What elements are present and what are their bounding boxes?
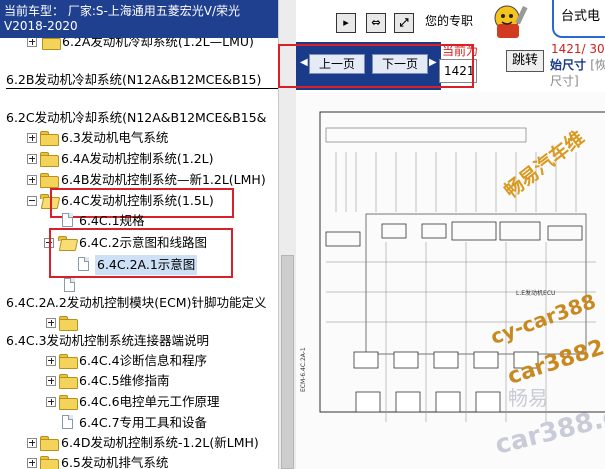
tree-item[interactable]: 6.4C.4诊断信息和程序 [0, 351, 278, 371]
tree-item[interactable]: 6.4C.5维修指南 [0, 371, 278, 391]
expand-icon[interactable] [27, 133, 37, 143]
promo-text: 您的专职 [425, 14, 474, 28]
expand-icon[interactable] [27, 154, 37, 164]
expand-icon[interactable]: ⤢ [394, 13, 414, 33]
underline [6, 88, 278, 89]
folder-icon [59, 354, 78, 369]
page-count: 1421/ 3000 [551, 42, 605, 56]
expand-icon[interactable] [27, 438, 37, 448]
restore-size-link[interactable]: 尺寸] [550, 72, 579, 89]
fit-width-icon[interactable]: ⇔ [366, 13, 386, 33]
wiring-diagram: L.E发动机ECU ECM-6.4C.2A-1 畅易汽车维 cy-car388 … [296, 92, 605, 469]
vehicle-name: 当前车型： 厂家:S-上海通用五菱宏光V/荣光 [4, 4, 241, 18]
highlight-box [49, 228, 233, 278]
folder-icon [59, 316, 78, 331]
expand-icon[interactable] [46, 318, 56, 328]
document-icon [62, 213, 73, 227]
top-toolbar: ▸ ⇔ ⤢ 您的专职 台式电 [296, 0, 605, 42]
tree-item[interactable]: 6.4A发动机控制系统(1.2L) [0, 149, 278, 169]
ecm-label: L.E发动机ECU [516, 290, 556, 297]
tree-item[interactable]: 6.4C.6电控单元工作原理 [0, 392, 278, 412]
tree-item[interactable] [0, 313, 278, 333]
tree-item[interactable]: 6.5发动机排气系统 [0, 453, 278, 469]
tree-item[interactable]: 6.4C.7专用工具和设备 [0, 413, 278, 433]
vehicle-info-bar: 当前车型： 厂家:S-上海通用五菱宏光V/荣光 V2018-2020 [0, 0, 278, 38]
play-icon[interactable]: ▸ [336, 13, 356, 33]
folder-icon [59, 374, 78, 389]
folder-icon [59, 395, 78, 410]
tree-item[interactable]: 6.2B发动机冷却系统(N12A&B12MCE&B15) [0, 70, 278, 90]
expand-icon[interactable] [27, 175, 37, 185]
tree-item[interactable]: 6.4D发动机控制系统-1.2L(新LMH) [0, 433, 278, 453]
jump-button[interactable]: 跳转 [506, 50, 544, 72]
desktop-version-button[interactable]: 台式电 [552, 0, 605, 38]
document-icon [64, 278, 75, 292]
scrollbar-thumb[interactable] [281, 255, 294, 469]
mascot-icon [494, 5, 528, 38]
expand-icon[interactable] [46, 376, 56, 386]
document-icon [62, 415, 73, 429]
tree-item[interactable]: 6.2C发动机冷却系统(N12A&B12MCE&B15& [0, 108, 278, 128]
expand-icon[interactable] [27, 458, 37, 468]
highlight-box [278, 44, 474, 88]
expand-icon[interactable] [46, 397, 56, 407]
original-size-link[interactable]: 始尺寸 [恢 [550, 56, 605, 73]
diagram-side-label: ECM-6.4C.2A-1 [300, 347, 307, 392]
folder-icon [40, 436, 59, 451]
expand-icon[interactable] [27, 37, 37, 47]
collapse-icon[interactable] [27, 196, 37, 206]
tree-item[interactable]: 6.3发动机电气系统 [0, 128, 278, 148]
folder-icon [40, 152, 59, 167]
tree-item[interactable]: 6.4B发动机控制系统—新1.2L(LMH) [0, 170, 278, 190]
vehicle-years: V2018-2020 [4, 19, 78, 33]
tree-item[interactable]: 6.4C.2A.2发动机控制模块(ECM)针脚功能定义 [0, 293, 278, 313]
folder-icon [40, 173, 59, 188]
folder-icon [40, 131, 59, 146]
watermark-text: 畅易 [508, 386, 548, 410]
tree-item[interactable]: 6.4C.3发动机控制系统连接器端说明 [0, 331, 278, 351]
chapter-tree: 6.2A发动机冷却系统(1.2L—LMU) 6.2B发动机冷却系统(N12A&B… [0, 0, 278, 469]
expand-icon[interactable] [46, 356, 56, 366]
folder-icon [40, 456, 59, 469]
